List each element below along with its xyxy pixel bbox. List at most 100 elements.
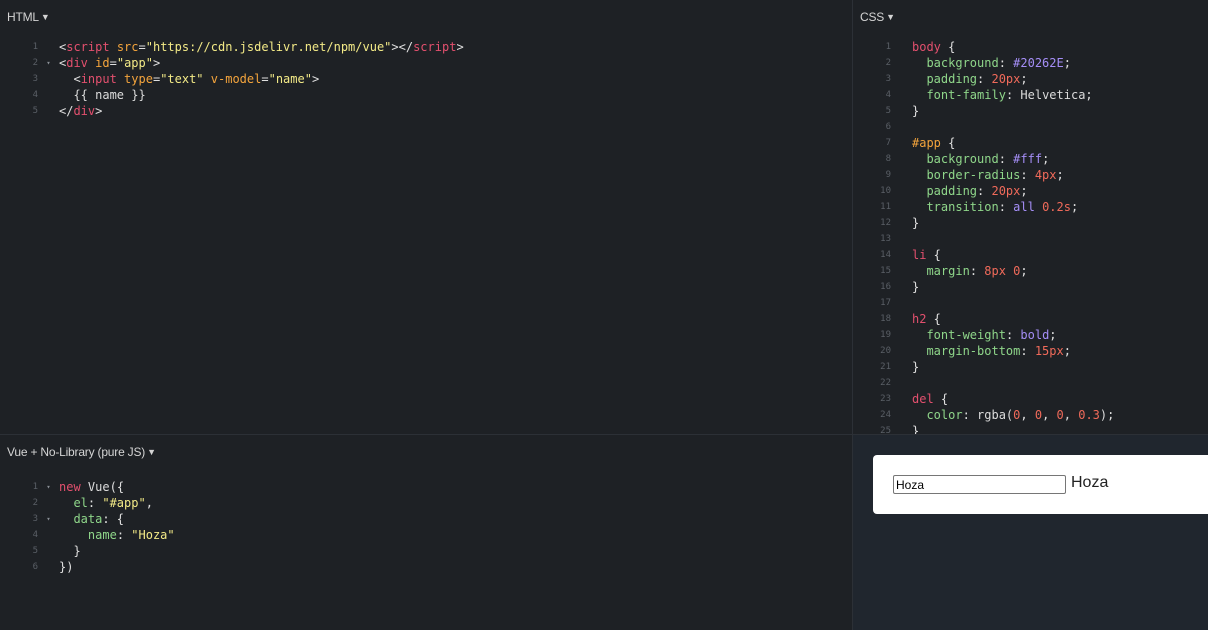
gutter-space: [891, 199, 912, 215]
code-text: background: #20262E;: [912, 55, 1071, 71]
code-token: }: [912, 424, 920, 434]
code-line: 16}: [853, 279, 1114, 295]
code-line: 3 padding: 20px;: [853, 71, 1114, 87]
code-token: :: [977, 184, 992, 198]
code-line: 11 transition: all 0.2s;: [853, 199, 1114, 215]
code-token: body: [912, 40, 941, 54]
code-line: 2 background: #20262E;: [853, 55, 1114, 71]
css-code-editor[interactable]: 1 body {2 background: #20262E; 3 padding: …: [853, 39, 1114, 434]
code-text: }: [912, 215, 919, 231]
css-pane-header[interactable]: CSS ▼: [860, 10, 895, 24]
line-number: 1: [32, 482, 38, 492]
gutter-space: [38, 543, 59, 559]
code-token: type: [124, 72, 153, 86]
caret-down-icon: ▼: [40, 12, 50, 22]
code-token: :: [977, 72, 992, 86]
code-token: ,: [1020, 408, 1035, 422]
code-token: id: [95, 56, 110, 70]
line-number: 13: [880, 234, 891, 244]
fold-arrow-icon[interactable]: ▾: [38, 479, 59, 495]
code-line: 6}): [0, 559, 175, 575]
gutter-space: [891, 375, 912, 391]
code-text: font-weight: bold;: [912, 327, 1057, 343]
js-pane-header[interactable]: Vue + No-Library (pure JS) ▼: [7, 445, 156, 459]
line-number: 4: [32, 90, 38, 100]
code-token: ,: [1042, 408, 1057, 422]
code-token: :: [998, 200, 1014, 214]
code-token: {{ name }}: [59, 88, 146, 102]
code-token: Vue: [87, 480, 110, 494]
code-token: "text": [160, 72, 204, 86]
code-token: rgba(: [977, 408, 1014, 422]
code-token: new: [59, 480, 81, 494]
code-line: 6: [853, 119, 1114, 135]
code-token: }: [912, 216, 920, 230]
line-number: 18: [880, 314, 891, 324]
line-number: 15: [880, 266, 891, 276]
css-pane-title: CSS: [860, 10, 885, 24]
code-text: color: rgba(0, 0, 0, 0.3);: [912, 407, 1114, 423]
code-text: name: "Hoza": [59, 527, 175, 543]
code-token: 0: [1034, 408, 1043, 422]
code-token: :: [1005, 88, 1021, 102]
code-line: 23 del {: [853, 391, 1114, 407]
code-token: "name": [268, 72, 312, 86]
line-number: 16: [880, 282, 891, 292]
gutter-space: [891, 39, 912, 55]
code-token: all: [1013, 200, 1035, 214]
code-line: 4 font-family: Helvetica;: [853, 87, 1114, 103]
html-code-editor[interactable]: 1 <script src="https://cdn.jsdelivr.net/n…: [0, 39, 464, 119]
code-line: 22: [853, 375, 1114, 391]
code-line: 18 h2 {: [853, 311, 1114, 327]
js-code-editor[interactable]: 1 ▾ new Vue({2 el: "#app", 3 ▾ data: {4 name…: [0, 479, 175, 575]
fold-arrow-icon[interactable]: ▾: [38, 55, 59, 71]
caret-down-icon: ▼: [886, 12, 895, 22]
code-line: 13: [853, 231, 1114, 247]
code-token: 15px: [1034, 344, 1064, 358]
code-token: ,: [1063, 408, 1079, 422]
gutter-space: [891, 71, 912, 87]
code-token: 0.2s: [1042, 200, 1071, 214]
code-line: 5 </div>: [0, 103, 464, 119]
code-token: 20px: [991, 184, 1021, 198]
code-text: border-radius: 4px;: [912, 167, 1064, 183]
line-number: 23: [880, 394, 891, 404]
code-token: <: [59, 72, 81, 86]
line-number: 3: [32, 514, 38, 524]
gutter-space: [891, 247, 912, 263]
gutter-space: [38, 87, 59, 103]
app-container: Hoza: [873, 455, 1208, 514]
gutter-space: [891, 263, 912, 279]
name-input[interactable]: [893, 475, 1066, 494]
line-number: 1: [32, 42, 38, 52]
code-token: :: [116, 528, 132, 542]
gutter-space: [891, 231, 912, 247]
gutter-space: [38, 495, 59, 511]
code-token: font-family: [926, 88, 1006, 102]
code-token: ;: [1049, 328, 1057, 342]
css-editor-pane: CSS ▼ 1 body {2 background: #20262E; 3 pad…: [853, 0, 1208, 434]
line-number: 21: [880, 362, 891, 372]
code-token: font-weight: [926, 328, 1006, 342]
code-token: {: [940, 40, 956, 54]
code-text: h2 {: [912, 311, 941, 327]
line-number: 10: [880, 186, 891, 196]
html-pane-header[interactable]: HTML ▼: [7, 10, 50, 24]
code-token: #20262E: [1013, 56, 1064, 70]
code-text: }: [59, 543, 80, 559]
line-number: 11: [880, 202, 891, 212]
gutter-space: [38, 527, 59, 543]
fold-arrow-icon[interactable]: ▾: [38, 511, 59, 527]
result-pane: Hoza: [853, 435, 1208, 630]
code-token: {: [940, 136, 956, 150]
code-line: 14 li {: [853, 247, 1114, 263]
gutter-space: [891, 311, 912, 327]
code-token: ;: [1056, 168, 1064, 182]
